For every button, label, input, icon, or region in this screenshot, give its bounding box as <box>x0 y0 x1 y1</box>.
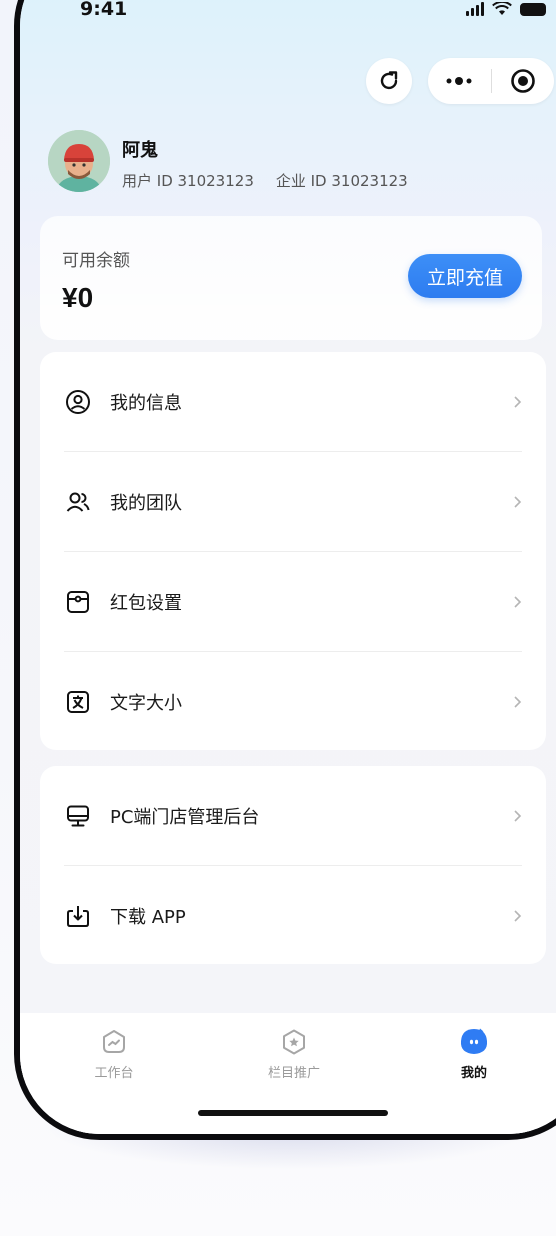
menu-item-pc-admin[interactable]: PC端门店管理后台 <box>40 766 546 865</box>
chevron-right-icon <box>510 909 524 923</box>
balance-amount: ¥0 <box>62 282 94 313</box>
rotate-arrow-icon <box>380 71 398 90</box>
team-icon <box>64 488 92 516</box>
menu-item-my-info[interactable]: 我的信息 <box>40 352 546 451</box>
menu-item-my-team[interactable]: 我的团队 <box>40 452 546 551</box>
mini-program-capsule <box>428 58 554 104</box>
menu-item-label: 红包设置 <box>110 592 182 614</box>
tab-mine[interactable]: 我的 <box>414 1028 534 1081</box>
chevron-right-icon <box>510 809 524 823</box>
signal-icon <box>466 2 484 16</box>
target-circle-icon <box>510 69 535 93</box>
text-size-icon <box>64 688 92 716</box>
avatar-illustration <box>48 130 110 192</box>
workbench-icon <box>103 1030 125 1053</box>
menu-item-label: 下载 APP <box>110 906 186 928</box>
refresh-button[interactable] <box>366 58 412 104</box>
monitor-icon <box>64 802 92 830</box>
tab-promotion[interactable]: 栏目推广 <box>234 1028 354 1081</box>
chevron-right-icon <box>510 495 524 509</box>
promotion-icon <box>283 1029 305 1055</box>
tab-label: 栏目推广 <box>267 1066 320 1081</box>
company-id: 企业 ID 31023123 <box>275 172 408 190</box>
tab-workbench[interactable]: 工作台 <box>54 1028 174 1081</box>
menu-item-label: 我的信息 <box>110 392 182 414</box>
chevron-right-icon <box>510 595 524 609</box>
user-ids: 用户 ID 31023123 企业 ID 31023123 <box>122 170 408 191</box>
status-icons <box>466 2 546 16</box>
avatar[interactable] <box>48 130 110 192</box>
menu-item-download-app[interactable]: 下载 APP <box>40 866 546 965</box>
more-button[interactable] <box>428 58 491 104</box>
phone-frame: 9:41 阿鬼 用户 ID 31023123 企业 ID 31023123 可用… <box>14 0 556 1140</box>
balance-label: 可用余额 <box>62 251 130 271</box>
red-packet-icon <box>64 588 92 616</box>
menu-item-text-size[interactable]: 文字大小 <box>40 652 546 751</box>
menu-item-red-packet[interactable]: 红包设置 <box>40 552 546 651</box>
user-id: 用户 ID 31023123 <box>122 172 254 190</box>
chevron-right-icon <box>510 695 524 709</box>
user-circle-icon <box>64 388 92 416</box>
chevron-right-icon <box>510 395 524 409</box>
home-indicator[interactable] <box>198 1110 388 1116</box>
menu-item-label: PC端门店管理后台 <box>110 806 260 828</box>
download-icon <box>64 902 92 930</box>
battery-icon <box>520 2 546 16</box>
user-name: 阿鬼 <box>122 140 158 161</box>
recharge-button[interactable]: 立即充值 <box>408 254 522 298</box>
mine-icon <box>460 1028 488 1054</box>
menu-item-label: 文字大小 <box>110 692 182 714</box>
screenshot-stage: 9:41 阿鬼 用户 ID 31023123 企业 ID 31023123 可用… <box>0 0 556 1236</box>
status-time: 9:41 <box>80 0 128 20</box>
close-button[interactable] <box>492 58 555 104</box>
more-dots-icon <box>446 77 472 85</box>
menu-item-label: 我的团队 <box>110 492 182 514</box>
wifi-icon <box>492 2 512 15</box>
tab-label: 工作台 <box>94 1066 134 1081</box>
tab-label: 我的 <box>460 1066 487 1081</box>
app-screen: 9:41 阿鬼 用户 ID 31023123 企业 ID 31023123 可用… <box>20 0 556 1134</box>
